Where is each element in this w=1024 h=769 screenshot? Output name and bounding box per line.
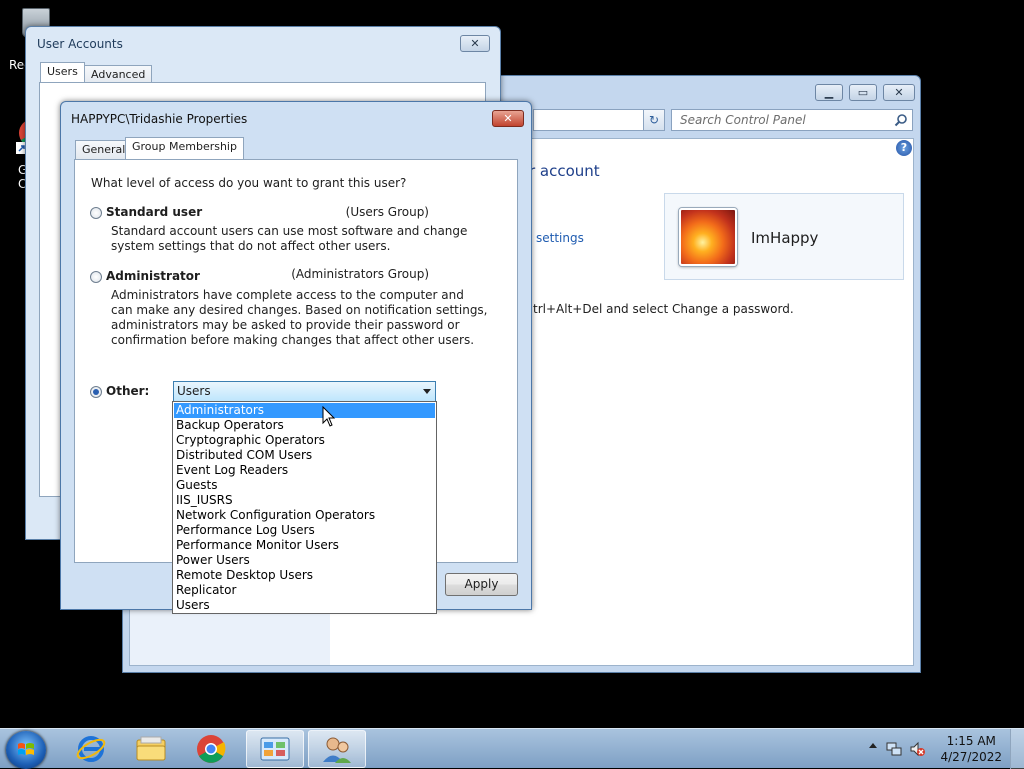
chevron-down-icon[interactable]: [423, 389, 431, 394]
search-input[interactable]: Search Control Panel: [671, 109, 913, 131]
user-accounts-icon: [323, 737, 351, 763]
maximize-button[interactable]: ▭: [849, 84, 877, 101]
search-icon[interactable]: [894, 113, 908, 127]
dialog-title: HAPPYPC\Tridashie Properties: [71, 112, 248, 126]
help-icon[interactable]: ?: [896, 140, 912, 156]
close-button[interactable]: ✕: [460, 35, 490, 52]
dropdown-item-event-log-readers[interactable]: Event Log Readers: [174, 463, 435, 478]
group-dropdown-list[interactable]: Administrators Backup Operators Cryptogr…: [172, 401, 437, 614]
administrator-desc: Administrators have complete access to t…: [111, 288, 488, 347]
dropdown-item-backup-operators[interactable]: Backup Operators: [174, 418, 435, 433]
mouse-cursor-icon: [322, 406, 336, 427]
user-avatar: [679, 208, 737, 266]
window-title: User Accounts: [37, 37, 123, 51]
administrator-group: (Administrators Group): [291, 267, 429, 281]
internet-explorer-button[interactable]: [62, 730, 120, 768]
network-icon[interactable]: [886, 741, 902, 757]
internet-explorer-icon: [76, 736, 106, 762]
standard-user-desc: Standard account users can use most soft…: [111, 224, 468, 253]
taskbar: 1:15 AM 4/27/2022: [0, 728, 1024, 769]
clock-date: 4/27/2022: [940, 750, 1002, 764]
system-tray: 1:15 AM 4/27/2022: [859, 729, 1024, 769]
tab-users[interactable]: Users: [40, 62, 85, 84]
tab-general[interactable]: General: [75, 140, 133, 160]
username: ImHappy: [751, 229, 819, 247]
standard-user-title: Standard user: [106, 205, 203, 219]
settings-link[interactable]: settings: [536, 231, 584, 245]
dropdown-item-network-configuration-operators[interactable]: Network Configuration Operators: [174, 508, 435, 523]
other-label: Other:: [106, 384, 150, 398]
control-panel-button[interactable]: [246, 730, 304, 768]
administrator-title: Administrator: [106, 269, 200, 283]
start-button[interactable]: [6, 731, 46, 769]
group-combobox[interactable]: Users: [173, 381, 436, 402]
apply-button[interactable]: Apply: [445, 573, 518, 596]
other-radio[interactable]: [90, 386, 102, 398]
dropdown-item-performance-monitor-users[interactable]: Performance Monitor Users: [174, 538, 435, 553]
access-question: What level of access do you want to gran…: [91, 176, 407, 190]
standard-user-group: (Users Group): [345, 205, 429, 219]
dropdown-item-distributed-com-users[interactable]: Distributed COM Users: [174, 448, 435, 463]
standard-user-radio[interactable]: [90, 207, 102, 219]
clock[interactable]: 1:15 AM 4/27/2022: [940, 733, 1002, 765]
chrome-icon: [197, 735, 226, 763]
dropdown-item-power-users[interactable]: Power Users: [174, 553, 435, 568]
dropdown-item-users[interactable]: Users: [174, 598, 435, 613]
dropdown-item-iis-iusrs[interactable]: IIS_IUSRS: [174, 493, 435, 508]
page-heading: r account: [529, 162, 600, 180]
volume-muted-icon[interactable]: [909, 741, 925, 757]
show-hidden-icons-icon[interactable]: [869, 743, 877, 748]
chrome-button[interactable]: [182, 730, 240, 768]
refresh-button[interactable]: ↻: [643, 109, 665, 131]
dropdown-item-administrators[interactable]: Administrators: [174, 403, 435, 418]
dropdown-item-guests[interactable]: Guests: [174, 478, 435, 493]
search-placeholder: Search Control Panel: [680, 113, 806, 127]
minimize-button[interactable]: ▁: [815, 84, 843, 101]
show-desktop-button[interactable]: [1010, 729, 1024, 769]
close-button[interactable]: ✕: [883, 84, 915, 101]
user-panel: ImHappy: [664, 193, 904, 280]
dropdown-item-remote-desktop-users[interactable]: Remote Desktop Users: [174, 568, 435, 583]
password-note: trl+Alt+Del and select Change a password…: [533, 302, 794, 316]
windows-logo-icon: [18, 743, 34, 755]
control-panel-icon: [260, 737, 290, 761]
file-explorer-icon: [136, 736, 166, 761]
file-explorer-button[interactable]: [122, 730, 180, 768]
close-button[interactable]: ✕: [492, 110, 524, 127]
administrator-radio[interactable]: [90, 271, 102, 283]
tab-group-membership[interactable]: Group Membership: [125, 137, 244, 159]
user-accounts-button[interactable]: [308, 730, 366, 768]
group-combobox-value: Users: [177, 384, 211, 398]
clock-time: 1:15 AM: [946, 734, 996, 748]
dropdown-item-replicator[interactable]: Replicator: [174, 583, 435, 598]
dropdown-item-cryptographic-operators[interactable]: Cryptographic Operators: [174, 433, 435, 448]
dropdown-item-performance-log-users[interactable]: Performance Log Users: [174, 523, 435, 538]
